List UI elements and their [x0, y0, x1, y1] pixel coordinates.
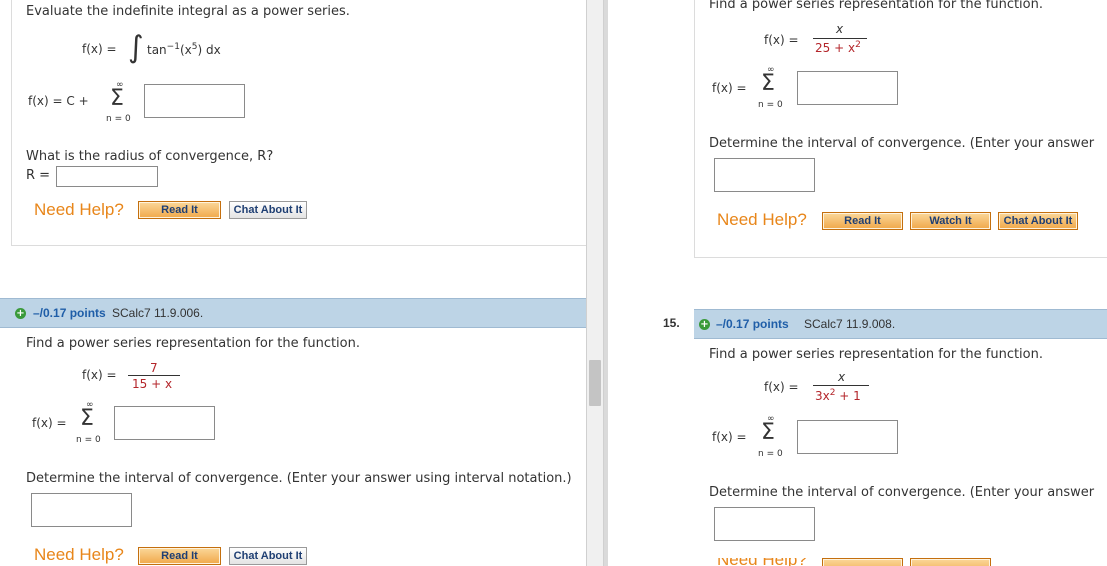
- right-pane: Find a power series representation for t…: [608, 0, 1107, 566]
- sigma-icon: Σ: [761, 71, 775, 96]
- expand-plus-icon[interactable]: +: [699, 319, 710, 330]
- radius-label: R =: [26, 168, 51, 183]
- sigma-bottom: n = 0: [76, 435, 101, 445]
- series-prefix: f(x) =: [712, 81, 747, 95]
- read-it-button[interactable]: [822, 558, 903, 566]
- pane-divider[interactable]: [586, 0, 604, 566]
- read-it-button[interactable]: Read It: [822, 212, 903, 230]
- chat-about-it-button[interactable]: Chat About It: [229, 547, 307, 565]
- sigma-icon: Σ: [761, 420, 775, 445]
- interval-prompt: Determine the interval of convergence. (…: [709, 485, 1095, 500]
- interval-input[interactable]: [31, 493, 132, 527]
- sigma-bottom: n = 0: [758, 100, 783, 110]
- sigma-bottom: n = 0: [106, 114, 131, 124]
- interval-input[interactable]: [714, 158, 815, 192]
- fraction-denominator: 15 + x: [132, 377, 173, 391]
- fraction-bar: [128, 375, 180, 376]
- integrand-exp: −1: [166, 42, 180, 52]
- fraction-denominator: 3x2 + 1: [815, 388, 861, 403]
- question-prompt: Find a power series representation for t…: [709, 0, 1043, 12]
- points-label: –/0.17 points: [33, 306, 106, 320]
- series-prefix: f(x) = C +: [28, 94, 89, 108]
- fraction-bar: [813, 38, 867, 39]
- series-prefix: f(x) =: [712, 430, 747, 444]
- need-help-label: Need Help?: [34, 545, 124, 564]
- den-exp: 2: [855, 40, 861, 50]
- fraction-numerator: x: [838, 370, 846, 384]
- need-help-label: Need Help?: [717, 210, 807, 229]
- question-header-bar: + –/0.17 points SCalc7 11.9.008.: [694, 309, 1107, 339]
- fraction-numerator: x: [836, 22, 844, 36]
- fx-label: f(x) =: [764, 33, 799, 47]
- left-pane: Evaluate the indefinite integral as a po…: [0, 0, 590, 566]
- need-help-label: Need Help?: [34, 200, 124, 219]
- fraction-numerator: 7: [150, 361, 158, 375]
- interval-input[interactable]: [714, 507, 815, 541]
- question-header-bar: + –/0.17 points SCalc7 11.9.006.: [0, 298, 586, 328]
- sigma-bottom: n = 0: [758, 449, 783, 459]
- fx-label: f(x) =: [82, 368, 117, 382]
- sigma-icon: Σ: [110, 86, 124, 111]
- sigma-icon: Σ: [80, 406, 94, 431]
- points-label: –/0.17 points: [716, 317, 789, 331]
- read-it-button[interactable]: Read It: [138, 201, 221, 219]
- question-prompt: Evaluate the indefinite integral as a po…: [26, 4, 350, 19]
- interval-prompt: Determine the interval of convergence. (…: [709, 136, 1095, 151]
- fraction-denominator: 25 + x2: [815, 40, 861, 55]
- question-prompt: Find a power series representation for t…: [26, 336, 360, 351]
- series-answer-input[interactable]: [114, 406, 215, 440]
- den-base: 25 + x: [815, 41, 856, 55]
- chat-about-it-button[interactable]: Chat About It: [998, 212, 1078, 230]
- interval-prompt: Determine the interval of convergence. (…: [26, 471, 572, 486]
- expand-plus-icon[interactable]: +: [15, 308, 26, 319]
- watch-it-button[interactable]: Watch It: [910, 212, 991, 230]
- integral-sign: ∫: [128, 30, 144, 65]
- radius-input[interactable]: [56, 166, 158, 187]
- source-label: SCalc7 11.9.008.: [804, 317, 896, 331]
- fx-label: f(x) =: [764, 380, 799, 394]
- watch-it-button[interactable]: [910, 558, 991, 566]
- fraction-bar: [813, 385, 869, 386]
- fx-label: f(x) =: [82, 42, 117, 56]
- need-help-label: Need Help?: [717, 558, 807, 566]
- integrand-tail: ) dx: [197, 43, 221, 57]
- question-number: 15.: [663, 316, 680, 330]
- integrand-fn: tan: [147, 43, 167, 57]
- series-answer-input[interactable]: [797, 420, 898, 454]
- integrand: tan−1(x5) dx: [147, 42, 221, 57]
- den-tail: + 1: [835, 389, 861, 403]
- question-prompt: Find a power series representation for t…: [709, 347, 1043, 362]
- chat-about-it-button[interactable]: Chat About It: [229, 201, 307, 219]
- radius-question: What is the radius of convergence, R?: [26, 149, 274, 164]
- read-it-button[interactable]: Read It: [138, 547, 221, 565]
- source-label: SCalc7 11.9.006.: [112, 306, 204, 320]
- series-prefix: f(x) =: [32, 416, 67, 430]
- need-help-row-clipped: Need Help?: [708, 558, 1098, 566]
- series-answer-input[interactable]: [144, 84, 245, 118]
- integrand-arg: (x: [179, 43, 192, 57]
- series-answer-input[interactable]: [797, 71, 898, 105]
- scrollbar-thumb[interactable]: [589, 360, 601, 406]
- den-base: 3x: [815, 389, 830, 403]
